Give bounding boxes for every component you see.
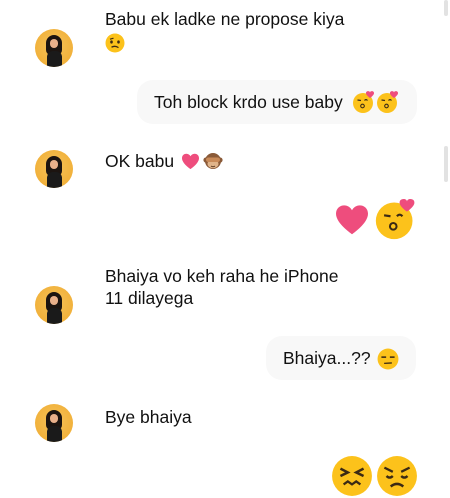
message-text-line1: Bhaiya vo keh raha he iPhone xyxy=(105,266,339,286)
avatar[interactable] xyxy=(35,150,73,188)
message-text: Bhaiya...?? xyxy=(283,348,371,368)
kissing-heart-face-icon xyxy=(353,91,375,113)
message-text: Babu ek ladke ne propose kiya xyxy=(105,9,345,29)
scrollbar-top[interactable] xyxy=(444,0,448,16)
avatar[interactable] xyxy=(35,29,73,67)
message-text: Toh block krdo use baby xyxy=(154,92,343,112)
avatar[interactable] xyxy=(35,286,73,324)
message-text: Bye bhaiya xyxy=(105,407,192,427)
pink-heart-icon xyxy=(336,205,368,235)
see-no-evil-monkey-icon xyxy=(203,153,223,169)
kissing-heart-face-icon xyxy=(375,199,415,240)
pink-heart-icon xyxy=(182,153,199,170)
kissing-heart-face-icon xyxy=(377,91,399,113)
message-text-line2: 11 dilayega xyxy=(105,288,194,308)
message-text: OK babu xyxy=(105,151,175,171)
scrollbar-thumb[interactable] xyxy=(444,146,448,182)
persevering-face-icon xyxy=(332,456,372,496)
confounded-face-icon xyxy=(377,456,417,496)
avatar[interactable] xyxy=(35,404,73,442)
unamused-face-icon xyxy=(377,348,399,370)
confused-face-icon xyxy=(105,33,125,53)
